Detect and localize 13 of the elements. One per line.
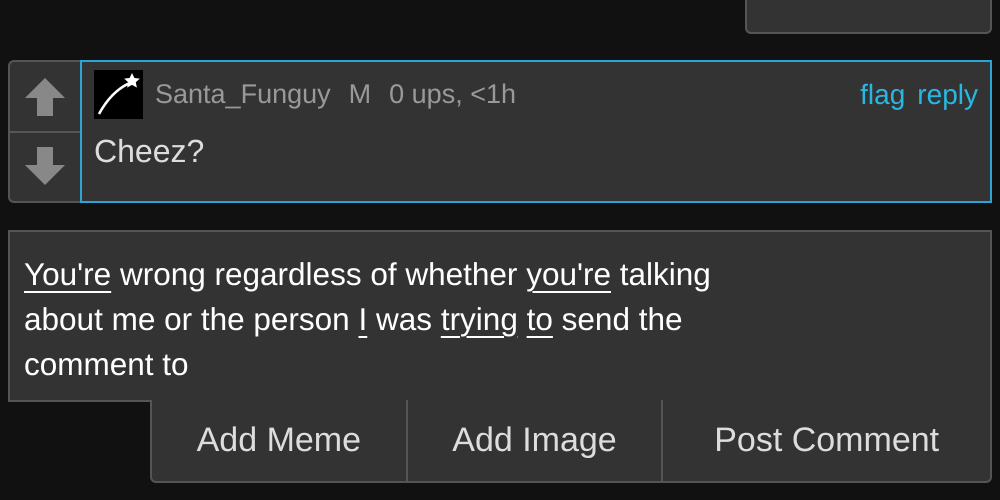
- action-button[interactable]: Add Image: [406, 400, 662, 481]
- username[interactable]: Santa_Funguy: [155, 79, 331, 110]
- comment-action-link[interactable]: reply: [917, 78, 978, 110]
- comment-action-link[interactable]: flag: [860, 78, 906, 110]
- up-arrow-icon: [25, 76, 65, 116]
- down-arrow-icon: [25, 146, 65, 187]
- comment-input-field[interactable]: You're wrong regardless of whether you're talking about me or the person I was trying to send the comment to: [8, 230, 992, 402]
- comment-meta: 0 ups, <1h: [389, 79, 516, 110]
- gender-label: M: [348, 79, 372, 110]
- action-button[interactable]: Add Meme: [152, 400, 406, 481]
- comment-text: Cheez?: [94, 133, 206, 170]
- avatar[interactable]: [94, 70, 143, 119]
- action-button[interactable]: Post Comment: [661, 400, 990, 481]
